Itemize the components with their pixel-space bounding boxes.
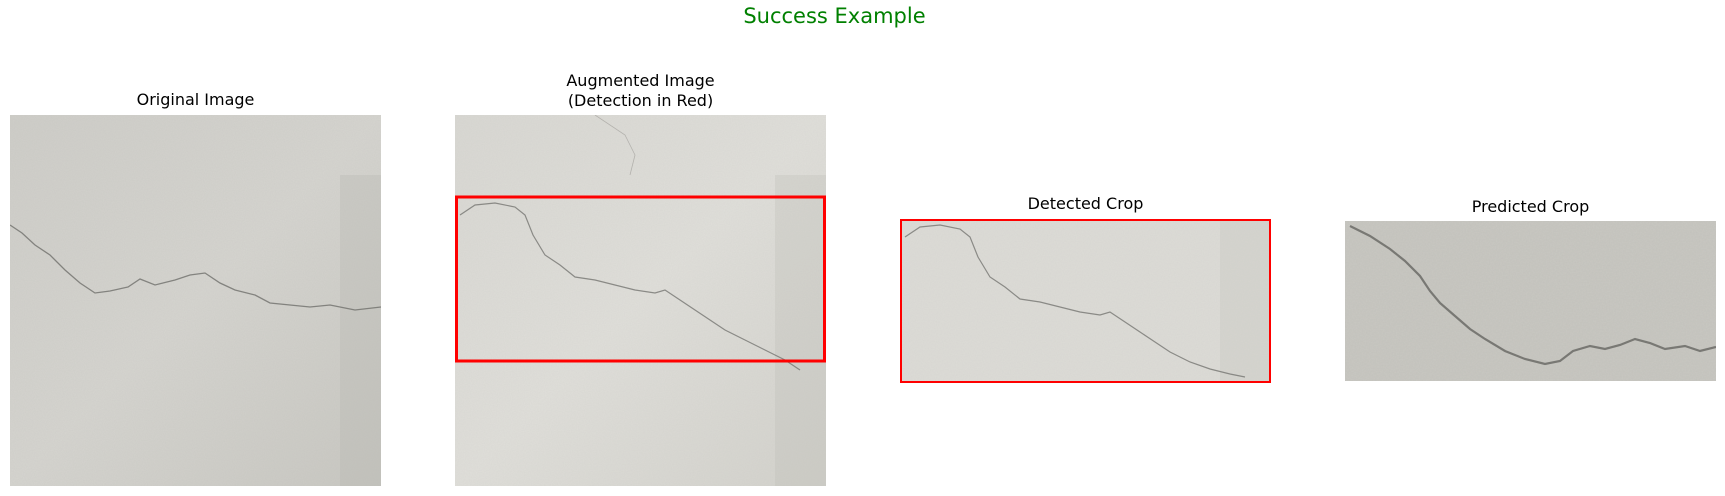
panel-title-augmented: Augmented Image (Detection in Red) xyxy=(566,71,715,110)
panel-title-detected-crop: Detected Crop xyxy=(1027,194,1144,213)
panel-title-original: Original Image xyxy=(136,90,255,109)
augmented-image xyxy=(455,115,826,486)
panel-title-predicted-crop: Predicted Crop xyxy=(1471,197,1590,216)
original-image xyxy=(10,115,381,486)
predicted-crop-image xyxy=(1345,221,1716,381)
detected-crop-image xyxy=(900,219,1271,383)
figure-title: Success Example xyxy=(743,4,926,28)
